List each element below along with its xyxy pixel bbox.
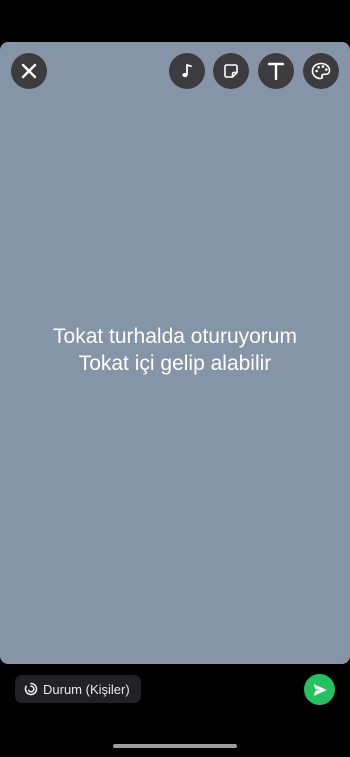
text-icon [267, 62, 285, 81]
sticker-icon [224, 64, 238, 78]
audience-selector-button[interactable]: Durum (Kişiler) [15, 675, 141, 703]
home-indicator [113, 744, 237, 748]
send-button[interactable] [304, 674, 335, 705]
audience-label: Durum (Kişiler) [43, 681, 130, 697]
close-icon [21, 63, 37, 79]
palette-icon [311, 62, 331, 80]
status-text-line-1: Tokat turhalda oturuyorum [53, 325, 297, 348]
status-composer-screen: Tokat turhalda oturuyorum Tokat içi geli… [0, 0, 350, 757]
sticker-button[interactable] [213, 53, 249, 89]
music-note-icon [182, 64, 192, 78]
palette-button[interactable] [303, 53, 339, 89]
text-button[interactable] [258, 53, 294, 89]
status-text[interactable]: Tokat turhalda oturuyorum Tokat içi geli… [0, 323, 350, 377]
status-text-line-2: Tokat içi gelip alabilir [78, 352, 272, 375]
send-icon [313, 683, 327, 696]
music-button[interactable] [169, 53, 205, 89]
status-ring-icon [24, 682, 38, 696]
close-button[interactable] [11, 53, 47, 89]
